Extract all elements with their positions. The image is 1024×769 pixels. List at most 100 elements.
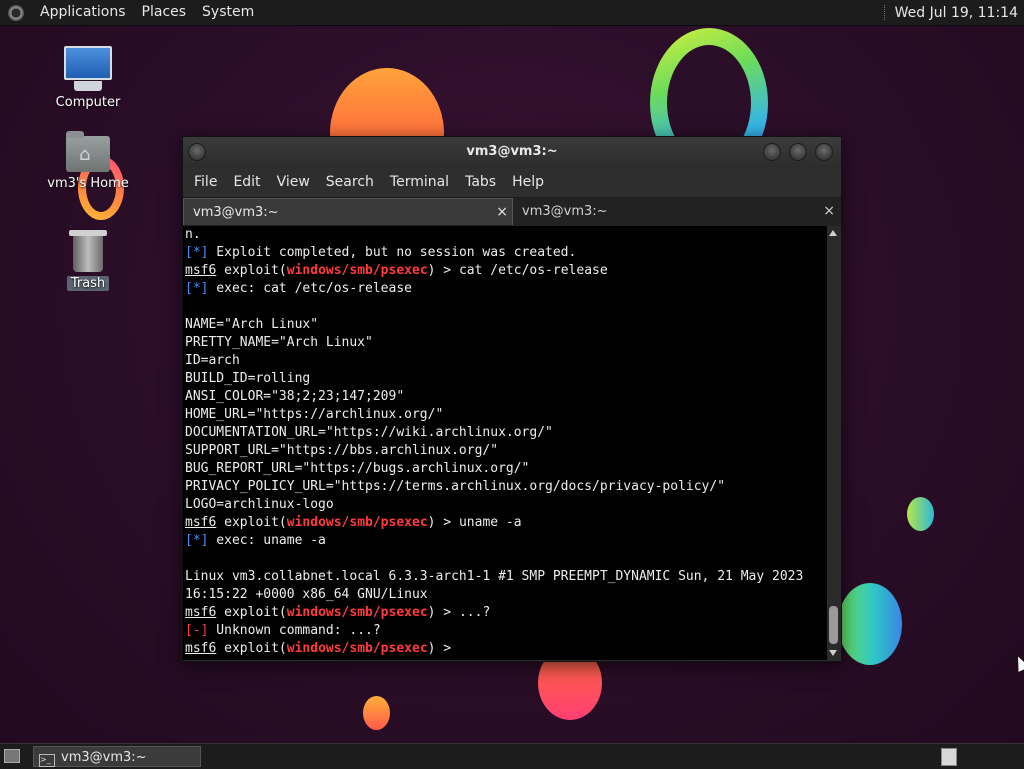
terminal-line: PRIVACY_POLICY_URL="https://terms.archli…: [185, 478, 827, 496]
menu-file[interactable]: File: [186, 174, 225, 190]
terminal-line: [*] exec: cat /etc/os-release: [185, 280, 827, 298]
output-text: PRETTY_NAME="Arch Linux": [185, 335, 373, 350]
tab-terminal-1[interactable]: vm3@vm3:~ ×: [183, 198, 513, 225]
bottom-panel: >_ vm3@vm3:~: [0, 743, 1024, 769]
status-marker: [*]: [185, 281, 209, 296]
desktop-icon-home[interactable]: ⌂ vm3's Home: [43, 130, 133, 191]
output-text: n.: [185, 227, 201, 242]
terminal-line: n.: [185, 226, 827, 244]
prompt-user: msf6: [185, 263, 217, 278]
command-text: ...?: [458, 605, 491, 620]
menu-view[interactable]: View: [269, 174, 318, 190]
clock[interactable]: Wed Jul 19, 11:14: [895, 5, 1024, 21]
terminal-icon: >_: [39, 754, 55, 767]
prompt-arrow: >: [435, 605, 459, 620]
output-text: Linux vm3.collabnet.local 6.3.3-arch1-1 …: [185, 569, 804, 584]
scrollbar-thumb[interactable]: [829, 606, 838, 644]
menu-tabs[interactable]: Tabs: [457, 174, 504, 190]
prompt-context: exploit(: [224, 515, 287, 530]
prompt-user: msf6: [185, 641, 217, 656]
scroll-up-icon[interactable]: [829, 230, 837, 236]
output-text: ANSI_COLOR="38;2;23;147;209": [185, 389, 405, 404]
terminal-window: vm3@vm3:~ File Edit View Search Terminal…: [182, 136, 842, 662]
output-text: Exploit completed, but no session was cr…: [208, 245, 577, 260]
applications-menu[interactable]: Applications: [32, 0, 134, 25]
terminal-line: [-] Unknown command: ...?: [185, 622, 827, 640]
tab-close-icon[interactable]: ×: [496, 199, 508, 226]
prompt-context: exploit(: [224, 605, 287, 620]
prompt-module: windows/smb/psexec: [286, 641, 428, 656]
scroll-down-icon[interactable]: [829, 650, 837, 656]
terminal-line: DOCUMENTATION_URL="https://wiki.archlinu…: [185, 424, 827, 442]
wallpaper-shape: [907, 497, 934, 531]
tab-terminal-2[interactable]: vm3@vm3:~ ×: [513, 198, 839, 225]
prompt-context: exploit(: [224, 263, 287, 278]
terminal-line: msf6 exploit(windows/smb/psexec) > uname…: [185, 514, 827, 532]
menu-terminal[interactable]: Terminal: [382, 174, 457, 190]
terminal-output[interactable]: n. [*] Exploit completed, but no session …: [183, 226, 827, 660]
menu-help[interactable]: Help: [504, 174, 552, 190]
command-text: uname -a: [458, 515, 522, 530]
tab-label: vm3@vm3:~: [522, 204, 608, 219]
output-text: BUILD_ID=rolling: [185, 371, 311, 386]
desktop-icon-computer[interactable]: Computer: [43, 46, 133, 110]
terminal-line: [*] Exploit completed, but no session wa…: [185, 244, 827, 262]
prompt-arrow: >: [435, 263, 459, 278]
output-text: 16:15:22 +0000 x86_64 GNU/Linux: [185, 587, 428, 602]
prompt-user: msf6: [185, 605, 217, 620]
terminal-line: PRETTY_NAME="Arch Linux": [185, 334, 827, 352]
taskbar-item-terminal[interactable]: >_ vm3@vm3:~: [33, 746, 201, 767]
maximize-button[interactable]: [789, 143, 807, 161]
prompt-module: windows/smb/psexec: [286, 263, 428, 278]
status-marker: [*]: [185, 533, 209, 548]
status-marker: [*]: [185, 245, 209, 260]
terminal-line: SUPPORT_URL="https://bbs.archlinux.org/": [185, 442, 827, 460]
menu-edit[interactable]: Edit: [225, 174, 268, 190]
output-text: ID=arch: [185, 353, 240, 368]
terminal-line: msf6 exploit(windows/smb/psexec) > ...?: [185, 604, 827, 622]
terminal-line: 16:15:22 +0000 x86_64 GNU/Linux: [185, 586, 827, 604]
output-text: exec: cat /etc/os-release: [208, 281, 412, 296]
wallpaper-shape: [838, 583, 902, 665]
workspace-switcher[interactable]: [941, 748, 957, 766]
terminal-line: NAME="Arch Linux": [185, 316, 827, 334]
menu-search[interactable]: Search: [318, 174, 382, 190]
system-menu[interactable]: System: [194, 0, 262, 25]
prompt-arrow: >: [435, 641, 459, 656]
desktop-icon-trash[interactable]: Trash: [43, 228, 133, 291]
top-panel: Applications Places System Wed Jul 19, 1…: [0, 0, 1024, 26]
prompt-context: exploit(: [224, 641, 287, 656]
terminal-line: LOGO=archlinux-logo: [185, 496, 827, 514]
prompt-arrow: >: [435, 515, 459, 530]
desktop-icon-label: Trash: [66, 276, 110, 291]
panel-separator: [883, 5, 887, 20]
prompt-user: msf6: [185, 515, 217, 530]
places-menu[interactable]: Places: [134, 0, 195, 25]
desktop-icon-label: Computer: [55, 95, 121, 110]
home-folder-icon: ⌂: [66, 131, 110, 172]
tab-close-icon[interactable]: ×: [823, 198, 835, 225]
show-desktop-icon[interactable]: [4, 749, 20, 763]
output-text: exec: uname -a: [208, 533, 326, 548]
terminal-line: ANSI_COLOR="38;2;23;147;209": [185, 388, 827, 406]
terminal-line: BUG_REPORT_URL="https://bugs.archlinux.o…: [185, 460, 827, 478]
output-text: Unknown command: ...?: [208, 623, 381, 638]
terminal-line: HOME_URL="https://archlinux.org/": [185, 406, 827, 424]
command-text: cat /etc/os-release: [458, 263, 608, 278]
window-titlebar[interactable]: vm3@vm3:~: [183, 137, 841, 167]
output-text: HOME_URL="https://archlinux.org/": [185, 407, 444, 422]
minimize-button[interactable]: [763, 143, 781, 161]
terminal-line: BUILD_ID=rolling: [185, 370, 827, 388]
terminal-line: [*] exec: uname -a: [185, 532, 827, 550]
scrollbar[interactable]: [827, 226, 840, 660]
trash-icon: [69, 230, 107, 272]
output-text: LOGO=archlinux-logo: [185, 497, 334, 512]
tab-label: vm3@vm3:~: [193, 205, 279, 220]
output-text: PRIVACY_POLICY_URL="https://terms.archli…: [185, 479, 726, 494]
distro-logo-icon[interactable]: [8, 4, 24, 21]
terminal-line: msf6 exploit(windows/smb/psexec) >: [185, 640, 827, 658]
output-text: SUPPORT_URL="https://bbs.archlinux.org/": [185, 443, 499, 458]
close-window-button[interactable]: [815, 143, 833, 161]
terminal-line: Linux vm3.collabnet.local 6.3.3-arch1-1 …: [185, 568, 827, 586]
